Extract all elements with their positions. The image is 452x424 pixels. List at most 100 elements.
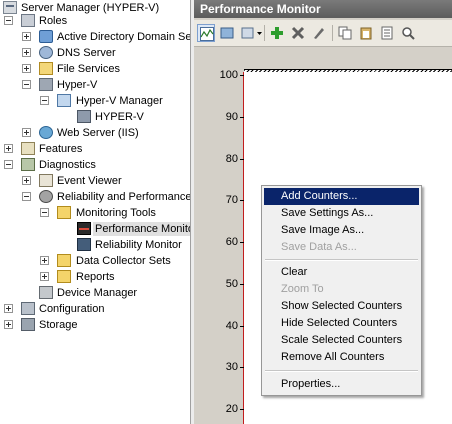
menu-item-scale-selected[interactable]: Scale Selected Counters	[264, 332, 419, 349]
tree-node-hyperv[interactable]: Hyper-V	[0, 77, 190, 93]
tree-node-event-viewer[interactable]: Event Viewer	[0, 173, 190, 189]
tree-node-device-manager[interactable]: Device Manager	[0, 285, 190, 301]
expand-icon[interactable]	[4, 144, 13, 153]
tree-label: Web Server (IIS)	[57, 127, 139, 139]
y-tick-label: 50	[225, 277, 238, 290]
highlight-button[interactable]	[310, 24, 328, 42]
tree-node-active-directory[interactable]: Active Directory Domain Se	[0, 29, 190, 45]
expand-icon[interactable]	[40, 256, 49, 265]
menu-item-show-selected[interactable]: Show Selected Counters	[264, 298, 419, 315]
diagnostics-icon	[21, 158, 35, 171]
y-tick-mark	[240, 283, 244, 285]
toolbar-separator	[332, 25, 333, 41]
configuration-icon	[21, 302, 35, 315]
expand-icon[interactable]	[22, 176, 31, 185]
menu-item-properties[interactable]: Properties...	[264, 376, 419, 393]
tree-node-hyperv-host[interactable]: HYPER-V	[0, 109, 190, 125]
y-tick-mark	[240, 242, 244, 243]
properties-icon	[381, 26, 393, 40]
y-tick-mark	[240, 200, 244, 202]
expand-icon[interactable]	[4, 304, 13, 313]
tree-node-dns-server[interactable]: DNS Server	[0, 45, 190, 61]
collapse-icon[interactable]	[40, 208, 49, 217]
menu-item-zoom-to[interactable]: Zoom To	[264, 281, 419, 298]
tree-node-reports[interactable]: Reports	[0, 269, 190, 285]
zoom-button[interactable]	[399, 24, 417, 42]
graph-type-icon	[220, 27, 234, 39]
tree-label: File Services	[57, 63, 120, 75]
folder-icon	[57, 254, 71, 267]
copy-properties-button[interactable]	[336, 24, 354, 42]
plus-icon	[271, 27, 283, 39]
y-tick-mark	[240, 75, 244, 76]
menu-item-add-counters[interactable]: Add Counters...	[264, 188, 419, 205]
menu-item-save-data[interactable]: Save Data As...	[264, 239, 419, 256]
menu-item-hide-selected[interactable]: Hide Selected Counters	[264, 315, 419, 332]
y-tick-label: 30	[225, 361, 238, 374]
tree-node-web-server[interactable]: Web Server (IIS)	[0, 125, 190, 141]
tree-label: Active Directory Domain Se	[57, 31, 190, 43]
tree-node-diagnostics[interactable]: Diagnostics	[0, 157, 190, 173]
pane-title: Performance Monitor	[194, 0, 452, 18]
paste-counter-list-button[interactable]	[357, 24, 375, 42]
tree-node-monitoring-tools[interactable]: Monitoring Tools	[0, 205, 190, 221]
tree-node-file-services[interactable]: File Services	[0, 61, 190, 77]
change-graph-type-button[interactable]	[218, 24, 236, 42]
y-tick-mark	[240, 367, 244, 369]
collapse-icon[interactable]	[4, 16, 13, 25]
tree-label: Reliability Monitor	[95, 239, 182, 251]
hyperv-icon	[39, 78, 53, 91]
tree-label: Roles	[39, 15, 68, 27]
features-icon	[21, 142, 35, 155]
y-tick-label: 20	[225, 403, 238, 415]
tree-node-storage[interactable]: Storage	[0, 317, 190, 333]
menu-item-remove-all[interactable]: Remove All Counters	[264, 349, 419, 366]
y-tick-label: 40	[225, 319, 238, 332]
menu-item-save-image[interactable]: Save Image As...	[264, 222, 419, 239]
expand-icon[interactable]	[22, 32, 31, 41]
paste-icon	[360, 27, 372, 40]
folder-icon	[57, 206, 71, 219]
expand-icon[interactable]	[4, 320, 13, 329]
tree-node-configuration[interactable]: Configuration	[0, 301, 190, 317]
expand-icon[interactable]	[40, 272, 49, 281]
tree-node-features[interactable]: Features	[0, 141, 190, 157]
menu-item-clear[interactable]: Clear	[264, 264, 419, 281]
collapse-icon[interactable]	[22, 192, 31, 201]
y-tick-label: 70	[225, 194, 238, 207]
tree-node-reliability-performance[interactable]: Reliability and Performance	[0, 189, 190, 205]
chart-dropdown-icon	[241, 27, 262, 39]
console-tree[interactable]: Server Manager (HYPER-V) Roles Active Di…	[0, 0, 190, 424]
collapse-icon[interactable]	[4, 160, 13, 169]
change-graph-dropdown-button[interactable]	[239, 24, 262, 42]
collapse-icon[interactable]	[22, 80, 31, 89]
device-manager-icon	[39, 286, 53, 299]
collapse-icon[interactable]	[40, 96, 49, 105]
tree-node-roles[interactable]: Roles	[0, 13, 190, 29]
expand-icon[interactable]	[22, 64, 31, 73]
tree-label: Diagnostics	[39, 159, 96, 171]
line-graph-icon	[200, 27, 214, 41]
tree-node-reliability-monitor[interactable]: Reliability Monitor	[0, 237, 190, 253]
context-menu: Add Counters... Save Settings As... Save…	[261, 185, 422, 396]
menu-item-save-settings[interactable]: Save Settings As...	[264, 205, 419, 222]
reliability-monitor-icon	[77, 238, 91, 251]
magnifier-icon	[402, 27, 415, 40]
delete-x-icon	[291, 26, 305, 40]
tree-label: Data Collector Sets	[76, 255, 171, 267]
folder-icon	[57, 270, 71, 283]
tree-label: Event Viewer	[57, 175, 122, 187]
pencil-icon	[314, 28, 324, 39]
properties-button[interactable]	[378, 24, 396, 42]
tree-label: Hyper-V	[57, 79, 98, 91]
tree-node-hyperv-manager[interactable]: Hyper-V Manager	[0, 93, 190, 109]
view-graph-button[interactable]	[197, 24, 215, 42]
expand-icon[interactable]	[22, 128, 31, 137]
expand-icon[interactable]	[22, 48, 31, 57]
y-tick-label: 80	[225, 152, 238, 165]
add-counter-button[interactable]	[268, 24, 286, 42]
delete-counter-button[interactable]	[289, 24, 307, 42]
web-server-icon	[39, 126, 53, 139]
tree-node-performance-monitor[interactable]: Performance Monito	[0, 221, 190, 237]
tree-node-data-collector-sets[interactable]: Data Collector Sets	[0, 253, 190, 269]
